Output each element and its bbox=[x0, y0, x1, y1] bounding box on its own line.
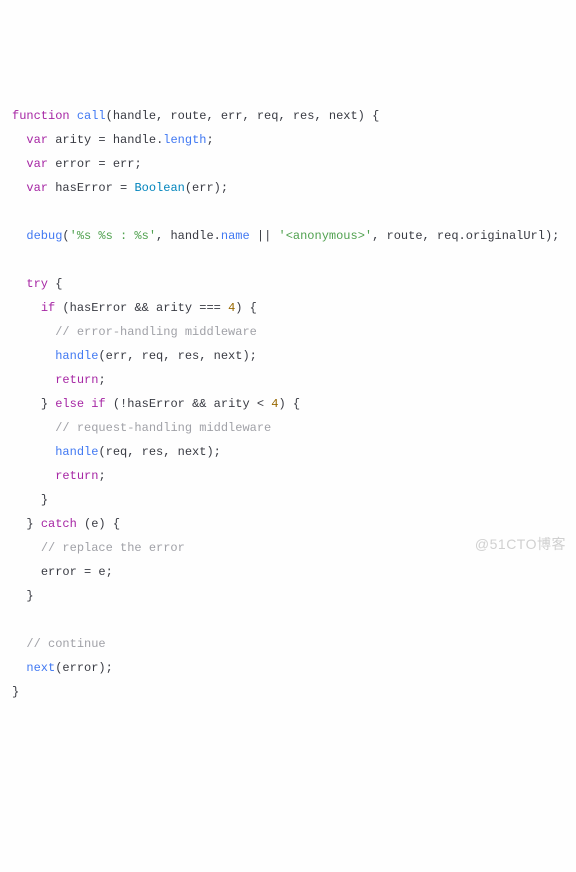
property: length bbox=[163, 133, 206, 147]
semicolon: ; bbox=[206, 133, 213, 147]
operator: === bbox=[199, 301, 221, 315]
brace: } bbox=[41, 397, 55, 411]
comment: // continue bbox=[26, 637, 105, 651]
keyword: if bbox=[41, 301, 55, 315]
comment: // error-handling middleware bbox=[55, 325, 257, 339]
keyword: else if bbox=[55, 397, 105, 411]
brace: } bbox=[26, 517, 40, 531]
keyword: return bbox=[55, 469, 98, 483]
args: (error); bbox=[55, 661, 113, 675]
brace: } bbox=[12, 685, 19, 699]
operator: = bbox=[91, 157, 113, 171]
cond: (hasError bbox=[55, 301, 134, 315]
object: handle bbox=[113, 133, 156, 147]
watermark: @51CTO博客 bbox=[475, 532, 566, 556]
args: (err, req, res, next); bbox=[98, 349, 256, 363]
comment: // replace the error bbox=[41, 541, 185, 555]
paren: ( bbox=[62, 229, 69, 243]
operator: = bbox=[91, 133, 113, 147]
identifier: hasError bbox=[55, 181, 113, 195]
brace: } bbox=[26, 589, 33, 603]
rhs: err; bbox=[113, 157, 142, 171]
property: name bbox=[221, 229, 250, 243]
brace: { bbox=[48, 277, 62, 291]
function-call: debug bbox=[26, 229, 62, 243]
brace: ) { bbox=[278, 397, 300, 411]
identifier: error bbox=[55, 157, 91, 171]
function-call: handle bbox=[55, 445, 98, 459]
keyword: catch bbox=[41, 517, 77, 531]
params: (handle, route, err, req, res, next) { bbox=[106, 109, 380, 123]
function-call: handle bbox=[55, 349, 98, 363]
cond: arity bbox=[149, 301, 199, 315]
dot: . bbox=[214, 229, 221, 243]
rest: , route, req.originalUrl); bbox=[372, 229, 559, 243]
rest: (e) { bbox=[77, 517, 120, 531]
string: '<anonymous>' bbox=[279, 229, 373, 243]
operator: && bbox=[192, 397, 206, 411]
keyword: return bbox=[55, 373, 98, 387]
brace: ) { bbox=[235, 301, 257, 315]
cond: (!hasError bbox=[106, 397, 192, 411]
semicolon: ; bbox=[98, 373, 105, 387]
comment: // request-handling middleware bbox=[55, 421, 271, 435]
string: '%s %s : %s' bbox=[70, 229, 156, 243]
keyword: var bbox=[26, 133, 48, 147]
comma: , bbox=[156, 229, 170, 243]
brace: } bbox=[41, 493, 48, 507]
statement: error = e; bbox=[41, 565, 113, 579]
operator: || bbox=[250, 229, 279, 243]
function-call: next bbox=[26, 661, 55, 675]
rest: (err); bbox=[185, 181, 228, 195]
keyword: var bbox=[26, 181, 48, 195]
code-block: function call(handle, route, err, req, r… bbox=[12, 104, 564, 704]
keyword: try bbox=[26, 277, 48, 291]
operator: = bbox=[113, 181, 135, 195]
keyword: function bbox=[12, 109, 70, 123]
identifier: arity bbox=[55, 133, 91, 147]
space bbox=[221, 301, 228, 315]
semicolon: ; bbox=[98, 469, 105, 483]
keyword: var bbox=[26, 157, 48, 171]
args: (req, res, next); bbox=[98, 445, 220, 459]
operator: && bbox=[134, 301, 148, 315]
cond: arity < bbox=[206, 397, 271, 411]
object: handle bbox=[170, 229, 213, 243]
builtin: Boolean bbox=[134, 181, 184, 195]
function-name: call bbox=[77, 109, 106, 123]
